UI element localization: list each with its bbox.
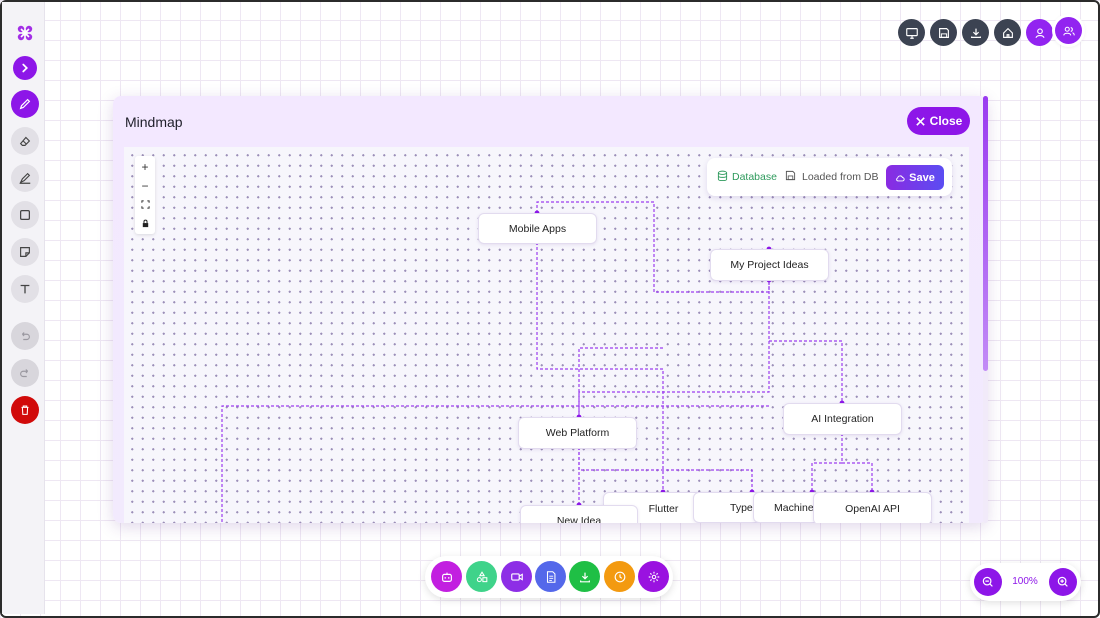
shapes-icon: [476, 570, 487, 582]
lock-icon: [142, 219, 148, 228]
settings-icon: [648, 571, 659, 582]
video-icon: [510, 572, 523, 581]
node-web-platform[interactable]: Web Platform: [518, 417, 637, 449]
rectangle-icon[interactable]: [11, 201, 39, 229]
database-source-label: Database: [732, 171, 777, 183]
zoom-out-button[interactable]: [974, 568, 1002, 596]
database-panel: Database Loaded from DB Save: [707, 158, 952, 196]
settings-button[interactable]: [638, 561, 669, 592]
cloud-icon: [896, 174, 905, 181]
delete-icon[interactable]: [11, 396, 39, 424]
clock-icon: [614, 571, 625, 582]
save-icon[interactable]: [930, 19, 957, 46]
text-icon[interactable]: [11, 275, 39, 303]
modal-scrollbar-thumb[interactable]: [983, 96, 988, 371]
node-ai-integration[interactable]: AI Integration: [783, 403, 902, 435]
mindmap-edges: [221, 201, 875, 523]
node-openai-api[interactable]: OpenAI API: [813, 492, 932, 523]
export-button[interactable]: [569, 561, 600, 592]
pen-icon[interactable]: [11, 90, 39, 118]
user-icon[interactable]: [1026, 19, 1053, 46]
left-toolbar: [2, 2, 45, 614]
download-icon[interactable]: [962, 19, 989, 46]
canvas-zoom-in-button[interactable]: +: [135, 157, 155, 176]
zoom-panel: 100%: [970, 563, 1081, 601]
history-button[interactable]: [604, 561, 635, 592]
video-button[interactable]: [501, 561, 532, 592]
zoom-in-button[interactable]: [1049, 568, 1077, 596]
present-icon[interactable]: [898, 19, 925, 46]
fit-view-icon: [140, 200, 150, 209]
canvas-zoom-controls: + −: [135, 156, 155, 234]
zoom-in-icon: [1057, 576, 1068, 587]
node-mobile-apps[interactable]: Mobile Apps: [478, 213, 597, 244]
close-label: Close: [929, 114, 963, 128]
mindmap-canvas[interactable]: + − Database Loaded from DB Save Mobile …: [124, 147, 969, 523]
fit-view-button[interactable]: [135, 195, 155, 214]
undo-icon[interactable]: [11, 322, 39, 350]
ai-assistant-button[interactable]: [431, 561, 462, 592]
document-button[interactable]: [535, 561, 566, 592]
eraser-icon[interactable]: [11, 127, 39, 155]
logo-icon[interactable]: [11, 19, 39, 47]
document-icon: [546, 570, 555, 583]
redo-icon[interactable]: [11, 359, 39, 387]
zoom-level: 100%: [1012, 576, 1038, 587]
database-icon: [717, 170, 728, 182]
save-button[interactable]: Save: [886, 165, 944, 190]
home-icon[interactable]: [994, 19, 1021, 46]
modal-title: Mindmap: [125, 114, 183, 130]
node-new-idea[interactable]: New Idea: [520, 505, 638, 523]
shapes-button[interactable]: [466, 561, 497, 592]
robot-icon: [441, 572, 452, 582]
bottom-toolbar: [425, 556, 673, 598]
highlighter-icon[interactable]: [11, 164, 39, 192]
node-my-project-ideas[interactable]: My Project Ideas: [710, 249, 829, 281]
note-icon[interactable]: [11, 238, 39, 266]
database-status: Loaded from DB: [802, 171, 879, 183]
floppy-icon: [785, 170, 796, 181]
canvas-zoom-out-button[interactable]: −: [135, 176, 155, 195]
expand-icon[interactable]: [13, 56, 37, 80]
mindmap-modal: Mindmap Close + − Database Loaded from D…: [113, 96, 987, 523]
lock-button[interactable]: [135, 214, 155, 233]
download-icon: [579, 572, 590, 582]
close-icon: [915, 116, 925, 126]
zoom-out-icon: [982, 576, 993, 587]
users-icon[interactable]: [1055, 17, 1082, 44]
close-button[interactable]: Close: [907, 107, 970, 135]
save-label: Save: [909, 171, 935, 184]
